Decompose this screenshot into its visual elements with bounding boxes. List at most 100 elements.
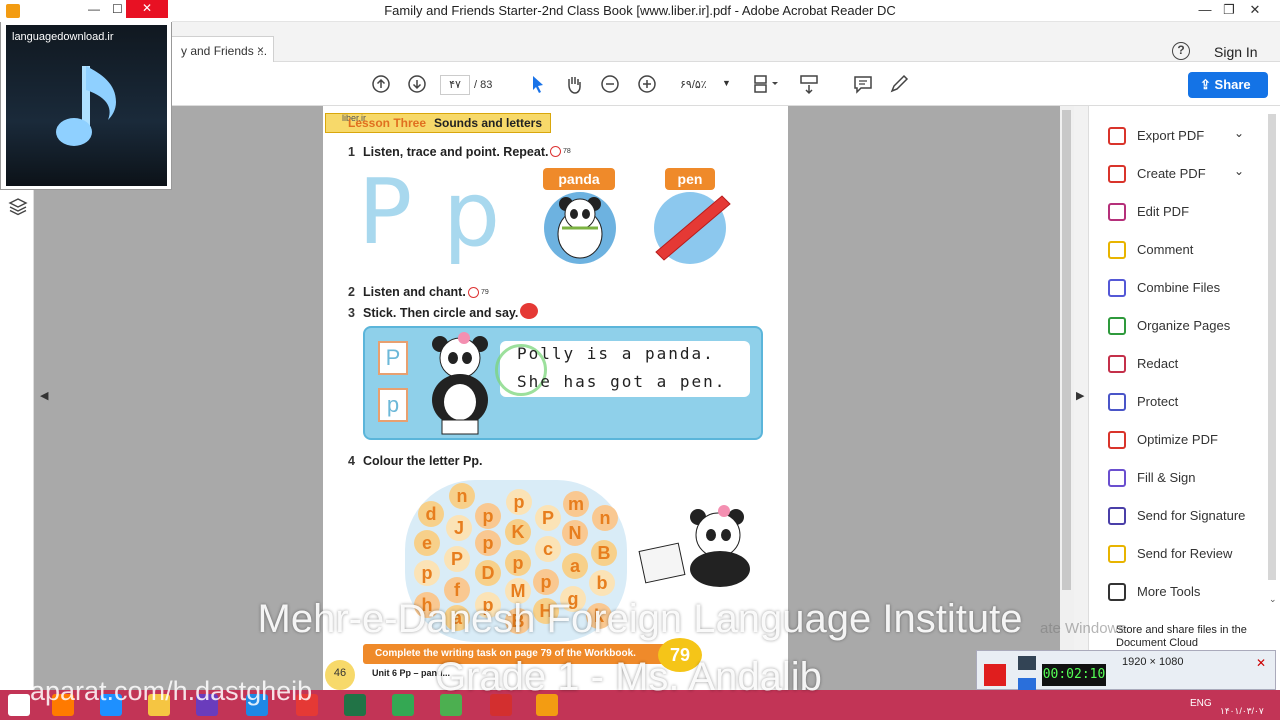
word-tag-pen: pen: [665, 168, 715, 190]
letter-bubble: p: [506, 489, 532, 515]
tool-redact[interactable]: Redact: [1108, 353, 1258, 379]
tool-export-pdf[interactable]: Export PDF ⌄: [1108, 125, 1258, 151]
tool-send-for-signature[interactable]: Send for Signature: [1108, 505, 1258, 531]
zoom-in-icon[interactable]: [636, 73, 658, 95]
chant-line-1: Polly is a panda.: [517, 344, 715, 363]
help-icon[interactable]: ?: [1172, 42, 1190, 60]
scroll-mode-icon[interactable]: [798, 73, 820, 95]
input-language[interactable]: ENG: [1190, 698, 1212, 709]
panel-scrollbar[interactable]: [1268, 114, 1276, 580]
mini-minimize-button[interactable]: —: [88, 2, 100, 16]
letter-bubble: n: [592, 505, 618, 531]
exercise-4-instruction: Colour the letter Pp.: [363, 454, 483, 468]
tool-fill-sign[interactable]: Fill & Sign: [1108, 467, 1258, 493]
chevron-down-icon[interactable]: ⌄: [1234, 164, 1244, 178]
start-icon[interactable]: [8, 694, 30, 716]
tool-comment[interactable]: Comment: [1108, 239, 1258, 265]
sign-in-link[interactable]: Sign In: [1214, 44, 1258, 60]
scrollbar-thumb[interactable]: [1062, 110, 1071, 590]
caption-grade: Grade 1 - Ms. Andalib: [435, 655, 822, 699]
chevron-down-icon[interactable]: ⌄: [1234, 126, 1244, 140]
letter-bubble: J: [446, 515, 472, 541]
tool-optimize-pdf[interactable]: Optimize PDF: [1108, 429, 1258, 455]
chant-line-2: She has got a pen.: [517, 372, 727, 391]
zoom-select[interactable]: ۶۹/۵٪ ▼: [672, 75, 736, 95]
tool-label: Organize Pages: [1137, 318, 1231, 333]
letter-bubble: P: [444, 546, 470, 572]
audio-icon: [468, 287, 479, 298]
window-titlebar: Family and Friends Starter-2nd Class Boo…: [0, 0, 1280, 22]
collapse-right-icon[interactable]: ▶: [1076, 389, 1084, 402]
audio-icon: [550, 146, 561, 157]
mini-maximize-button[interactable]: ☐: [112, 2, 123, 16]
mini-close-button[interactable]: ✕: [126, 0, 168, 18]
collapse-left-icon[interactable]: ◀: [40, 389, 48, 402]
tab-close-icon[interactable]: ×: [257, 43, 264, 57]
combine-files-icon: [1108, 279, 1126, 297]
hand-tool-icon[interactable]: [563, 73, 585, 95]
tool-edit-pdf[interactable]: Edit PDF: [1108, 201, 1258, 227]
zoom-out-icon[interactable]: [599, 73, 621, 95]
close-icon: ✕: [142, 1, 153, 15]
page-number: 46: [325, 660, 355, 690]
chrome-icon[interactable]: [392, 694, 414, 716]
lesson-number: Lesson Three: [348, 116, 427, 130]
exercise-number: 1: [348, 145, 355, 159]
camera-icon[interactable]: [1018, 656, 1036, 670]
letter-bubble: D: [475, 560, 501, 586]
letter-bubble: p: [414, 560, 440, 586]
comment-tool-icon[interactable]: [852, 73, 874, 95]
pen-image: [654, 192, 731, 264]
tool-create-pdf[interactable]: Create PDF ⌄: [1108, 163, 1258, 189]
tool-combine-files[interactable]: Combine Files: [1108, 277, 1258, 303]
record-stop-button[interactable]: [984, 664, 1006, 686]
tool-label: Optimize PDF: [1137, 432, 1218, 447]
tool-send-for-review[interactable]: Send for Review: [1108, 543, 1258, 569]
panda-writing-image: [432, 332, 488, 435]
select-tool-icon[interactable]: [527, 73, 549, 95]
tool-protect[interactable]: Protect: [1108, 391, 1258, 417]
export-pdf-icon: [1108, 127, 1126, 145]
letter-bubble: p: [505, 550, 531, 576]
recorder-close-icon[interactable]: ✕: [1256, 656, 1266, 670]
prev-page-icon[interactable]: [370, 73, 392, 95]
exercise-number: 4: [348, 454, 355, 468]
tool-label: Edit PDF: [1137, 204, 1190, 219]
tool-label: Protect: [1137, 394, 1179, 409]
send-review-icon: [1108, 545, 1126, 563]
exercise-number: 2: [348, 285, 355, 299]
letter-bubble: p: [533, 569, 559, 595]
share-icon: ⇪: [1200, 77, 1211, 92]
layers-icon[interactable]: [8, 196, 28, 216]
exercise-2-instruction: Listen and chant.: [363, 285, 466, 299]
letter-bubble: p: [475, 503, 501, 529]
send-signature-icon: [1108, 507, 1126, 525]
page-display-icon[interactable]: [752, 73, 780, 95]
edit-pdf-icon: [1108, 203, 1126, 221]
fill-sign-icon: [1108, 469, 1126, 487]
next-page-icon[interactable]: [406, 73, 428, 95]
letter-bubble: a: [562, 553, 588, 579]
panda-reading-image: [638, 505, 750, 587]
recording-resolution: 1920 × 1080: [1122, 656, 1184, 668]
optimize-pdf-icon: [1108, 431, 1126, 449]
share-button[interactable]: ⇪ Share: [1188, 72, 1268, 98]
letter-bubble: B: [591, 540, 617, 566]
window-title: Family and Friends Starter-2nd Class Boo…: [384, 3, 896, 18]
excel-icon[interactable]: [344, 694, 366, 716]
protect-icon: [1108, 393, 1126, 411]
system-date: ۱۴۰۱/۰۳/۰۷: [1220, 706, 1264, 716]
tool-label: Send for Review: [1137, 546, 1233, 561]
exercise-1-instruction: Listen, trace and point. Repeat.: [363, 145, 549, 159]
tool-label: Export PDF: [1137, 128, 1205, 143]
lesson-title: Sounds and letters: [434, 116, 543, 130]
tool-label: Combine Files: [1137, 280, 1221, 295]
trace-uppercase-p: P: [358, 160, 413, 265]
tool-organize-pages[interactable]: Organize Pages: [1108, 315, 1258, 341]
letter-box-lower: p: [378, 388, 408, 422]
tool-label: Create PDF: [1137, 166, 1206, 181]
close-button[interactable]: ✕: [1238, 0, 1272, 22]
page-number-input[interactable]: ۴۷: [440, 75, 470, 95]
pen-tool-icon[interactable]: [888, 73, 910, 95]
letter-bubble: p: [475, 530, 501, 556]
